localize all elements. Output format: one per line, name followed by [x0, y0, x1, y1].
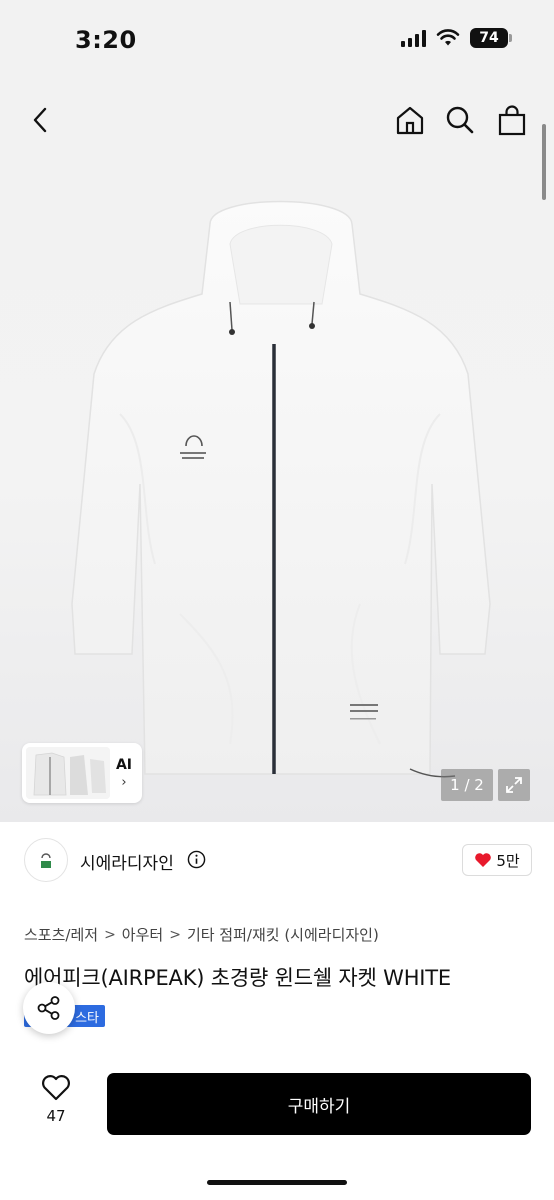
status-time: 3:20: [75, 26, 137, 54]
chevron-right-icon: >: [169, 926, 181, 943]
product-image-carousel[interactable]: AI › 1 / 2: [0, 80, 554, 822]
ai-label: AI: [115, 756, 133, 773]
chevron-right-icon: ›: [121, 774, 127, 790]
breadcrumb-item[interactable]: 기타 점퍼/재킷 (시에라디자인): [187, 924, 379, 945]
product-title: 에어피크(AIRPEAK) 초경량 윈드쉘 자켓 WHITE: [24, 966, 451, 990]
buy-button[interactable]: 구매하기: [107, 1073, 531, 1135]
shop-name[interactable]: 시에라디자인: [80, 849, 174, 874]
shop-logo-icon: [41, 853, 51, 868]
shop-info-row: 시에라디자인 5만: [0, 822, 554, 898]
home-indicator[interactable]: [207, 1180, 347, 1185]
shop-like-button[interactable]: 5만: [462, 844, 532, 876]
scrollbar-thumb[interactable]: [542, 124, 546, 200]
back-button[interactable]: [22, 102, 58, 138]
share-button[interactable]: [23, 982, 75, 1034]
breadcrumb-item[interactable]: 스포츠/레저: [24, 924, 98, 945]
heart-icon: [475, 853, 492, 867]
cart-button[interactable]: [494, 102, 530, 138]
expand-icon: [506, 777, 522, 793]
battery-indicator: 74: [470, 28, 512, 48]
shop-avatar[interactable]: [24, 838, 68, 882]
thumbnail-image: [26, 747, 110, 799]
bottom-action-bar: 47 구매하기: [0, 1060, 554, 1200]
search-icon: [446, 106, 474, 134]
shop-like-count: 5만: [496, 851, 520, 870]
cellular-signal-icon: [401, 29, 426, 47]
shopping-bag-icon: [498, 105, 526, 136]
status-bar: 3:20 74: [0, 0, 554, 80]
chevron-right-icon: >: [104, 926, 116, 943]
thumbnail-ai-link: AI ›: [110, 757, 138, 790]
back-arrow-icon: [33, 107, 47, 133]
home-icon: [396, 106, 424, 135]
expand-image-button[interactable]: [498, 769, 530, 801]
category-breadcrumb: 스포츠/레저 > 아우터 > 기타 점퍼/재킷 (시에라디자인): [24, 924, 379, 945]
status-indicators: 74: [401, 28, 512, 48]
search-button[interactable]: [442, 102, 478, 138]
ai-thumbnail-card[interactable]: AI ›: [22, 743, 142, 803]
product-photo: [71, 200, 491, 778]
info-icon[interactable]: [187, 850, 206, 869]
image-page-indicator: 1 / 2: [441, 769, 493, 801]
wifi-icon: [436, 29, 460, 46]
favorite-count: 47: [46, 1107, 66, 1125]
heart-outline-icon: [42, 1075, 70, 1101]
breadcrumb-item[interactable]: 아우터: [122, 924, 163, 945]
share-icon: [37, 996, 60, 1020]
top-navigation: [0, 80, 554, 160]
home-button[interactable]: [392, 102, 428, 138]
favorite-button[interactable]: 47: [26, 1074, 86, 1134]
partially-hidden-text: [26, 1050, 136, 1058]
